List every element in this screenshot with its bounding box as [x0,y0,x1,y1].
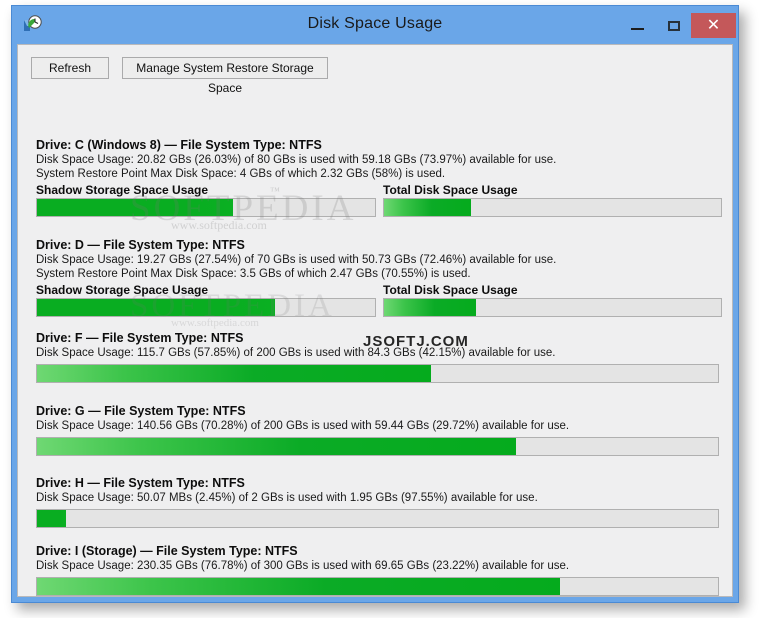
drive-section: Drive: H — File System Type: NTFS Disk Sp… [36,476,722,528]
drive-title: Drive: G — File System Type: NTFS [36,404,246,418]
drive-title: Drive: C (Windows 8) — File System Type:… [36,138,322,152]
progress-fill [37,578,560,595]
progress-bar-row [36,364,722,383]
drive-title: Drive: D — File System Type: NTFS [36,238,245,252]
progress-bar-row [36,437,722,456]
drive-usage-line: Disk Space Usage: 19.27 GBs (27.54%) of … [36,254,557,266]
total-disk-progress-bar [382,198,722,217]
bar-labels: Shadow Storage Space Usage Total Disk Spa… [36,283,722,297]
drive-usage-line: Disk Space Usage: 50.07 MBs (2.45%) of 2… [36,492,538,504]
total-disk-progress-bar [36,437,719,456]
drive-usage-line: Disk Space Usage: 140.56 GBs (70.28%) of… [36,420,570,432]
progress-fill [383,299,477,316]
maximize-button[interactable] [655,13,693,38]
drive-usage-line: Disk Space Usage: 230.35 GBs (76.78%) of… [36,560,570,572]
progress-fill [37,365,431,382]
progress-bar-row [36,509,722,528]
drive-section: Drive: G — File System Type: NTFS Disk Sp… [36,404,722,456]
drive-section: Drive: C (Windows 8) — File System Type:… [36,138,722,217]
total-disk-progress-bar [382,298,722,317]
app-window: Disk Space Usage ✕ Refresh Manage System… [11,5,739,603]
progress-bar-row [36,198,722,217]
drive-section: Drive: F — File System Type: NTFS Disk Sp… [36,331,722,383]
bar-labels: Shadow Storage Space Usage Total Disk Spa… [36,183,722,197]
shadow-storage-progress-bar [36,298,376,317]
drive-usage-line: Disk Space Usage: 20.82 GBs (26.03%) of … [36,154,557,166]
total-disk-label: Total Disk Space Usage [383,183,518,197]
total-disk-progress-bar [36,577,719,596]
drive-section: Drive: I (Storage) — File System Type: N… [36,544,722,596]
total-disk-label: Total Disk Space Usage [383,283,518,297]
title-bar[interactable]: Disk Space Usage ✕ [12,6,738,44]
shadow-storage-label: Shadow Storage Space Usage [36,183,209,197]
softpedia-url-watermark: www.softpedia.com [171,218,267,232]
toolbar: Refresh Manage System Restore Storage Sp… [31,57,328,95]
close-icon: ✕ [706,15,721,34]
total-disk-progress-bar [36,509,719,528]
minimize-button[interactable] [619,13,657,38]
refresh-button[interactable]: Refresh [31,57,109,79]
progress-fill [37,199,233,216]
drive-usage-line: Disk Space Usage: 115.7 GBs (57.85%) of … [36,347,556,359]
system-restore-line: System Restore Point Max Disk Space: 4 G… [36,168,446,180]
drive-title: Drive: H — File System Type: NTFS [36,476,245,490]
close-button[interactable]: ✕ [691,13,736,38]
progress-bar-row [36,298,722,317]
drive-title: Drive: F — File System Type: NTFS [36,331,244,345]
progress-fill [37,299,276,316]
progress-fill [37,510,66,527]
progress-fill [37,438,516,455]
softpedia-url-watermark-2: www.softpedia.com [171,317,259,329]
shadow-storage-progress-bar [36,198,376,217]
drive-title: Drive: I (Storage) — File System Type: N… [36,544,298,558]
system-restore-line: System Restore Point Max Disk Space: 3.5… [36,268,471,280]
minimize-icon [631,28,644,30]
drive-section: Drive: D — File System Type: NTFS Disk Sp… [36,238,722,317]
progress-bar-row [36,577,722,596]
maximize-icon [668,21,680,31]
total-disk-progress-bar [36,364,719,383]
shadow-storage-label: Shadow Storage Space Usage [36,283,209,297]
progress-fill [383,199,472,216]
client-area: Refresh Manage System Restore Storage Sp… [17,44,733,597]
manage-system-restore-storage-space-button[interactable]: Manage System Restore Storage Space [122,57,328,95]
